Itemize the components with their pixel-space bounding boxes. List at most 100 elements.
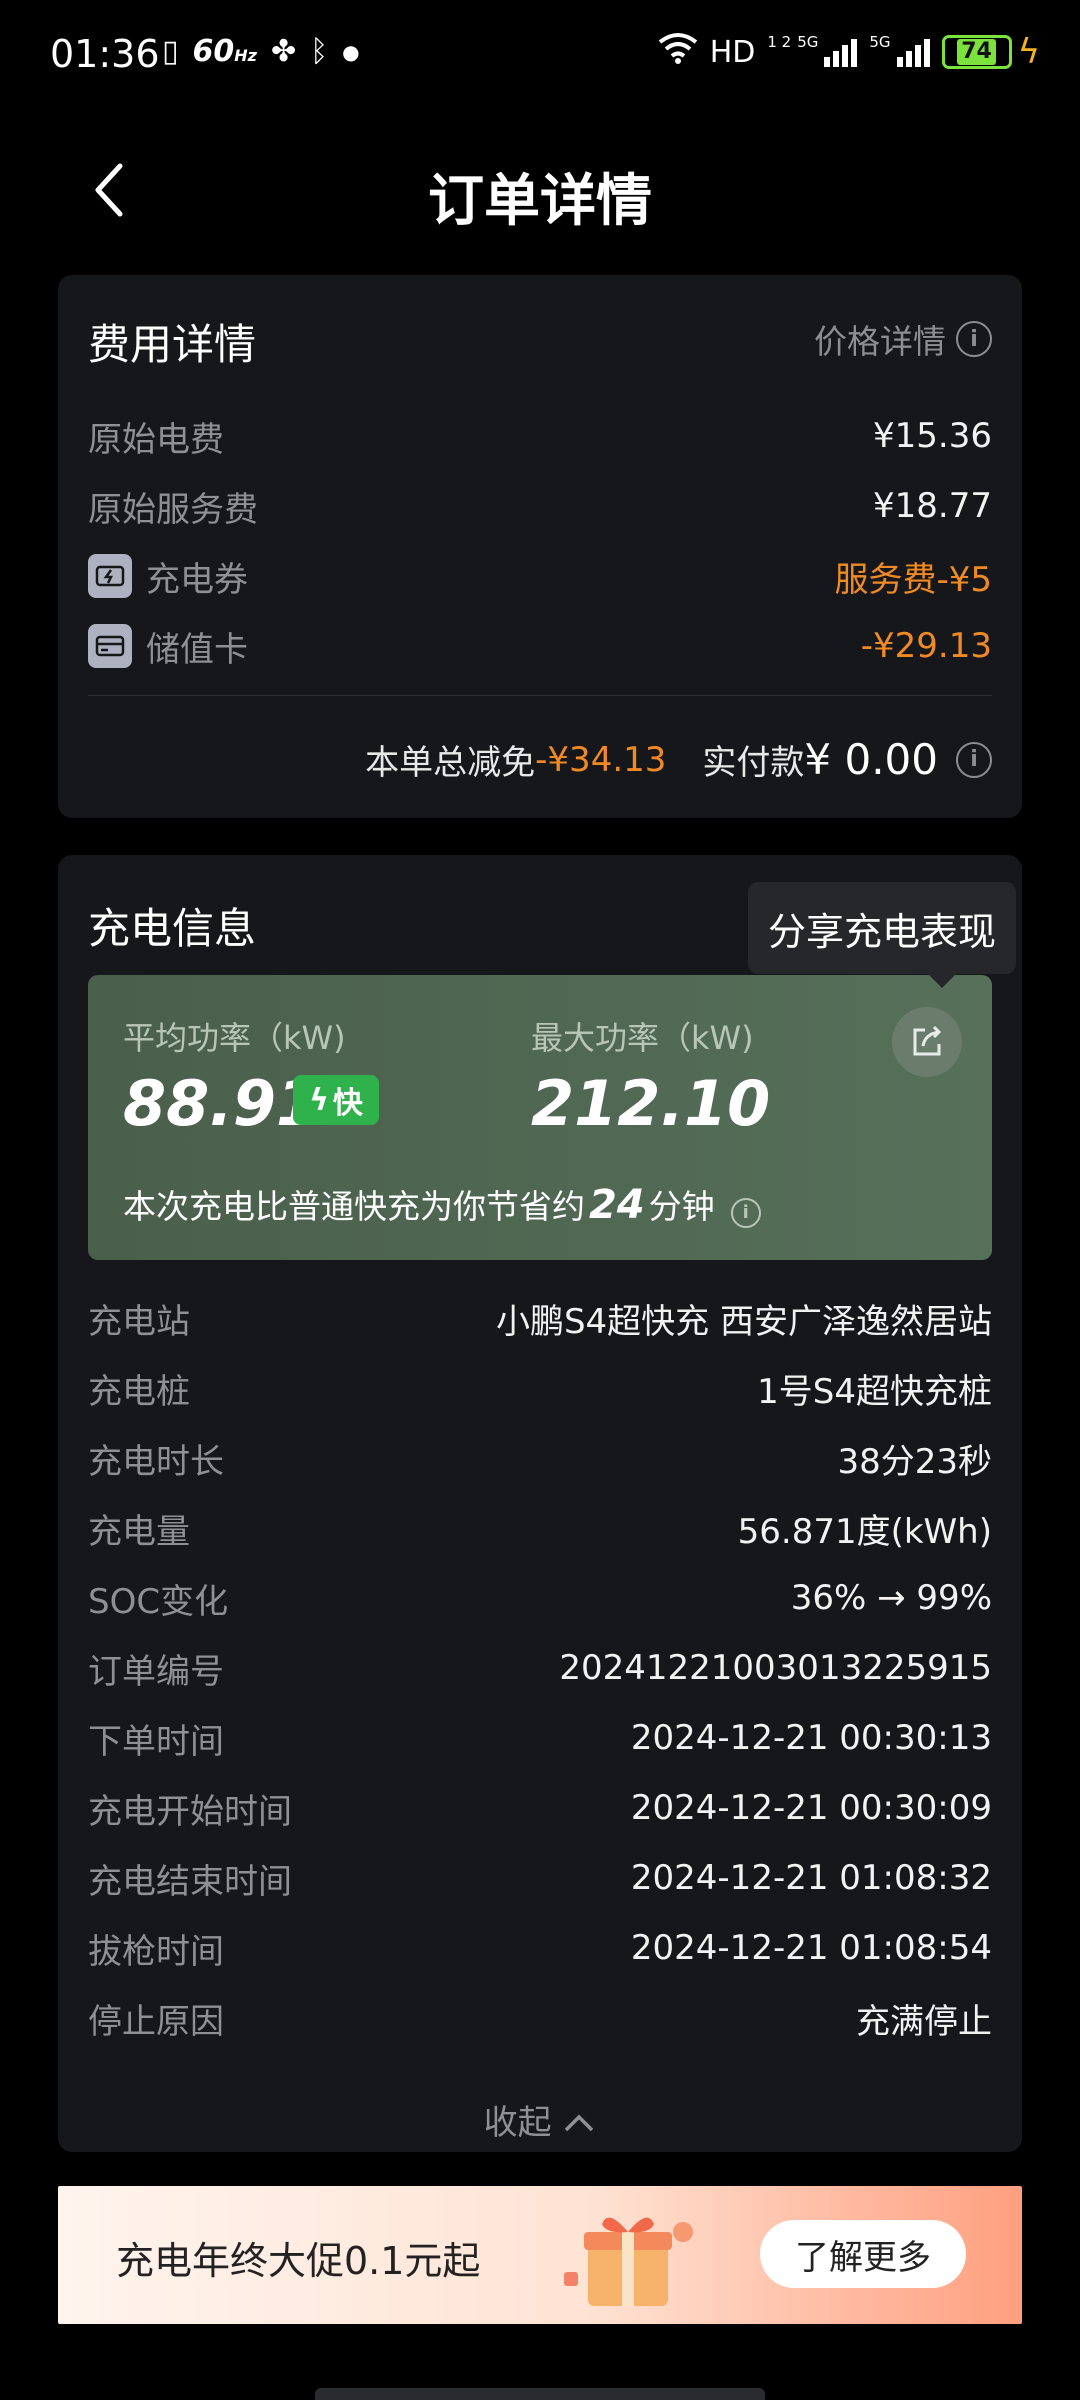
battery-icon: 74 [941, 35, 1012, 69]
promo-text: 充电年终大促0.1元起 [116, 2239, 481, 2283]
total-discount-value: -¥34.13 [535, 739, 667, 780]
app-header: 订单详情 [0, 140, 1080, 240]
signal-2-icon [896, 37, 930, 67]
saving-prefix: 本次充电比普通快充为你节省约 [123, 1187, 585, 1226]
status-right-icons: HD 1 2 5G 5G 74 ϟ [658, 32, 1040, 72]
charge-row-label: 拔枪时间 [88, 1931, 224, 1972]
fee-value: ¥18.77 [873, 486, 992, 526]
refresh-rate: 60Hz [192, 34, 257, 69]
charge-row-label: 充电结束时间 [88, 1861, 292, 1902]
charge-row: 充电桩 1号S4超快充桩 [88, 1365, 992, 1412]
collapse-label: 收起 [483, 2103, 552, 2143]
fee-details-card: 费用详情 价格详情 i 原始电费 ¥15.36 原始服务费 ¥18.77 充电券… [58, 275, 1022, 818]
saving-text: 本次充电比普通快充为你节省约 24 分钟 i [123, 1180, 761, 1228]
charge-row-value: 2024-12-21 00:30:09 [630, 1788, 992, 1828]
fee-label: 原始电费 [88, 419, 224, 460]
paid-label: 实付款 [702, 743, 805, 783]
charge-row-value: 20241221003013225915 [559, 1648, 992, 1688]
collapse-button[interactable]: 收起 [58, 2095, 1022, 2144]
charge-row-label: 停止原因 [88, 2001, 224, 2042]
gift-box-icon [558, 2202, 708, 2312]
vibrate-icon: ▯ [162, 34, 179, 69]
charge-row: 拔枪时间 2024-12-21 01:08:54 [88, 1925, 992, 1972]
dot-icon: ● [342, 39, 360, 64]
info-icon[interactable]: i [956, 741, 992, 778]
charge-row: 下单时间 2024-12-21 00:30:13 [88, 1715, 992, 1762]
charge-row: 订单编号 20241221003013225915 [88, 1645, 992, 1692]
charge-row-value: 38分23秒 [837, 1441, 992, 1482]
charge-info-title: 充电信息 [88, 904, 257, 953]
fee-row-stored-card: 储值卡 -¥29.13 [88, 622, 992, 671]
charge-row-value: 小鹏S4超快充 西安广泽逸然居站 [495, 1301, 992, 1342]
total-line: 本单总减免 -¥34.13 实付款 ¥ 0.00 i [365, 735, 992, 784]
page-title: 订单详情 [428, 169, 652, 234]
charge-row-value: 2024-12-21 00:30:13 [630, 1718, 992, 1758]
paid-value: ¥ 0.00 [804, 735, 938, 784]
chevron-up-icon [562, 2103, 596, 2143]
charge-info-card: 充电信息 平均功率（kW) 88.91 ϟ 快 最大功率（kW) 212.10 … [58, 855, 1022, 2152]
fast-badge-label: 快 [332, 1086, 363, 1121]
fee-row-electricity: 原始电费 ¥15.36 [88, 413, 992, 460]
charge-row: 充电量 56.871度(kWh) [88, 1505, 992, 1552]
charge-performance-panel: 平均功率（kW) 88.91 ϟ 快 最大功率（kW) 212.10 本次充电比… [88, 975, 992, 1260]
network-hd-sub: 1 2 [767, 33, 792, 51]
coupon-label-group: 充电券 [88, 552, 248, 601]
total-discount-label: 本单总减免 [365, 743, 536, 783]
charge-row: 充电开始时间 2024-12-21 00:30:09 [88, 1785, 992, 1832]
avg-power-label: 平均功率（kW) [123, 1019, 346, 1057]
share-icon[interactable] [892, 1007, 962, 1077]
fee-value: -¥29.13 [860, 626, 992, 666]
status-time: 01:36 [50, 32, 160, 76]
lightning-icon: ϟ [309, 1082, 329, 1118]
fan-icon: ✤ [270, 34, 297, 69]
bluetooth-icon: ᛒ [310, 34, 329, 69]
price-detail-link[interactable]: 价格详情 i [814, 315, 992, 363]
charge-row-value: 36% → 99% [790, 1578, 992, 1618]
card-icon [88, 624, 132, 668]
sim1-label: 5G [797, 33, 819, 51]
fee-row-service: 原始服务费 ¥18.77 [88, 483, 992, 530]
saving-suffix: 分钟 [648, 1187, 715, 1226]
charge-row-value: 充满停止 [856, 2001, 992, 2042]
info-icon[interactable]: i [730, 1197, 761, 1228]
bottom-bar-peek [315, 2388, 765, 2400]
charge-row-label: 充电站 [88, 1301, 190, 1342]
fee-label: 原始服务费 [88, 489, 258, 530]
charge-row-value: 2024-12-21 01:08:32 [630, 1858, 992, 1898]
fast-badge: ϟ 快 [293, 1075, 379, 1125]
price-detail-label: 价格详情 [814, 322, 946, 361]
promo-banner[interactable]: 充电年终大促0.1元起 了解更多 [58, 2186, 1022, 2324]
fee-label: 充电券 [146, 559, 248, 600]
signal-1-icon [824, 37, 858, 67]
max-power-label: 最大功率（kW) [531, 1019, 754, 1057]
charge-row-label: SOC变化 [88, 1581, 229, 1622]
charge-row-label: 下单时间 [88, 1721, 224, 1762]
battery-level: 74 [957, 39, 996, 65]
fee-value: ¥15.36 [873, 416, 992, 456]
charging-bolt-icon: ϟ [1017, 32, 1040, 72]
charge-row: 充电站 小鹏S4超快充 西安广泽逸然居站 [88, 1295, 992, 1342]
charge-row-label: 充电量 [88, 1511, 190, 1552]
fee-value: 服务费-¥5 [834, 559, 992, 600]
charge-row-value: 1号S4超快充桩 [757, 1371, 992, 1412]
avg-power-value: 88.91 [123, 1067, 320, 1140]
sim2-label: 5G [869, 33, 891, 51]
status-left-icons: ▯ 60Hz ✤ ᛒ ● [162, 34, 360, 69]
fee-details-title: 费用详情 [88, 320, 257, 369]
wifi-icon [658, 32, 698, 72]
fee-row-coupon: 充电券 服务费-¥5 [88, 552, 992, 601]
charge-row-label: 充电时长 [88, 1441, 224, 1482]
charge-row: 停止原因 充满停止 [88, 1995, 992, 2042]
info-icon: i [956, 321, 992, 357]
max-power-value: 212.10 [531, 1067, 771, 1140]
learn-more-button[interactable]: 了解更多 [760, 2220, 966, 2288]
saving-minutes: 24 [589, 1182, 645, 1228]
charge-row-label: 订单编号 [88, 1651, 224, 1692]
card-label-group: 储值卡 [88, 622, 248, 671]
fee-label: 储值卡 [146, 629, 248, 670]
coupon-icon [88, 554, 132, 598]
charge-row-value: 56.871度(kWh) [737, 1511, 992, 1552]
divider [88, 695, 992, 696]
share-tooltip: 分享充电表现 [748, 882, 1016, 988]
charge-row-label: 充电桩 [88, 1371, 190, 1412]
